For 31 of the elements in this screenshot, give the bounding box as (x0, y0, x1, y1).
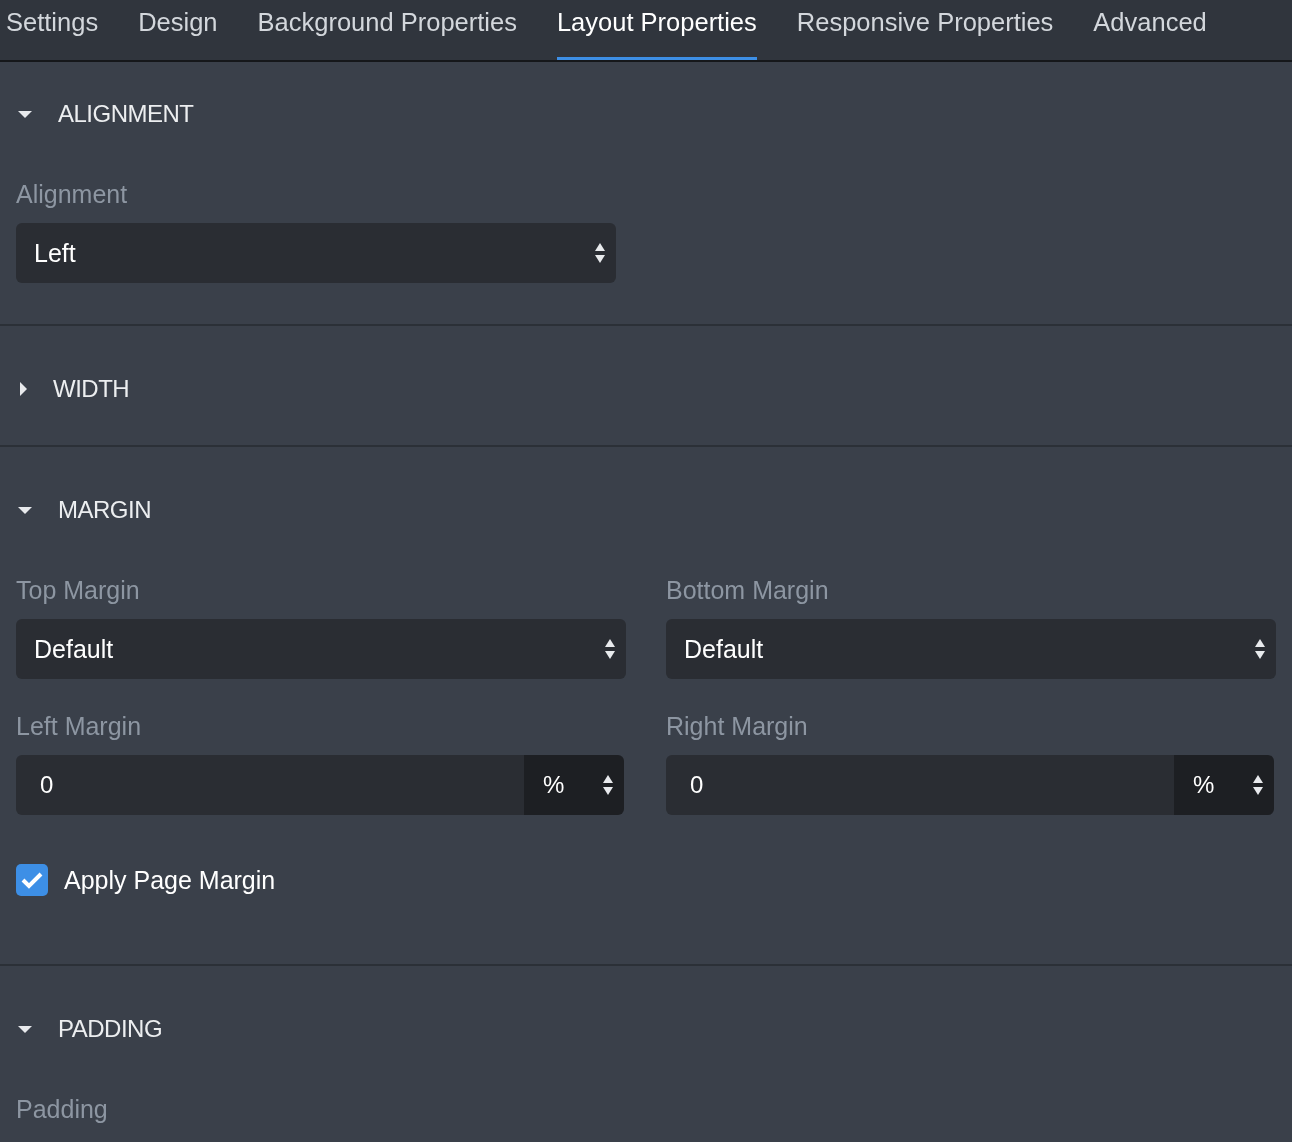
section-header[interactable]: ALIGNMENT (16, 62, 194, 166)
sort-arrows-icon (604, 638, 616, 660)
field-label: Bottom Margin (666, 576, 830, 604)
section-header[interactable]: PADDING (16, 977, 163, 1081)
tab[interactable]: Responsive Properties (796, 0, 1054, 60)
sort-arrows-icon (594, 242, 606, 264)
field-label: Alignment (16, 180, 129, 208)
field-label: Right Margin (666, 712, 809, 740)
select-field[interactable]: Default (16, 619, 626, 679)
tab[interactable]: Advanced (1093, 0, 1207, 60)
check-icon (21, 871, 43, 889)
field-label: Padding (16, 1095, 109, 1123)
unit-select[interactable]: % (1174, 755, 1274, 815)
sort-arrows-icon (602, 774, 614, 796)
sort-arrows-icon (1254, 638, 1266, 660)
field-label: Top Margin (16, 576, 141, 604)
tab[interactable]: Layout Properties (556, 0, 757, 60)
section-header[interactable]: WIDTH (16, 337, 130, 441)
select-field[interactable]: Default (666, 619, 1276, 679)
sort-arrows-icon (1252, 774, 1264, 796)
select-field[interactable]: Left (16, 223, 616, 283)
unit-select[interactable]: % (524, 755, 624, 815)
input-field[interactable]: 0 (666, 755, 1174, 815)
checkbox[interactable] (16, 864, 48, 896)
input-field[interactable]: 0 (16, 755, 524, 815)
checkbox-label: Apply Page Margin (64, 865, 276, 895)
tab[interactable]: Background Properties (257, 0, 517, 60)
field-label: Left Margin (16, 712, 143, 740)
tab[interactable]: Design (138, 0, 218, 60)
tab[interactable]: Settings (6, 0, 99, 60)
section-header[interactable]: MARGIN (16, 458, 151, 562)
